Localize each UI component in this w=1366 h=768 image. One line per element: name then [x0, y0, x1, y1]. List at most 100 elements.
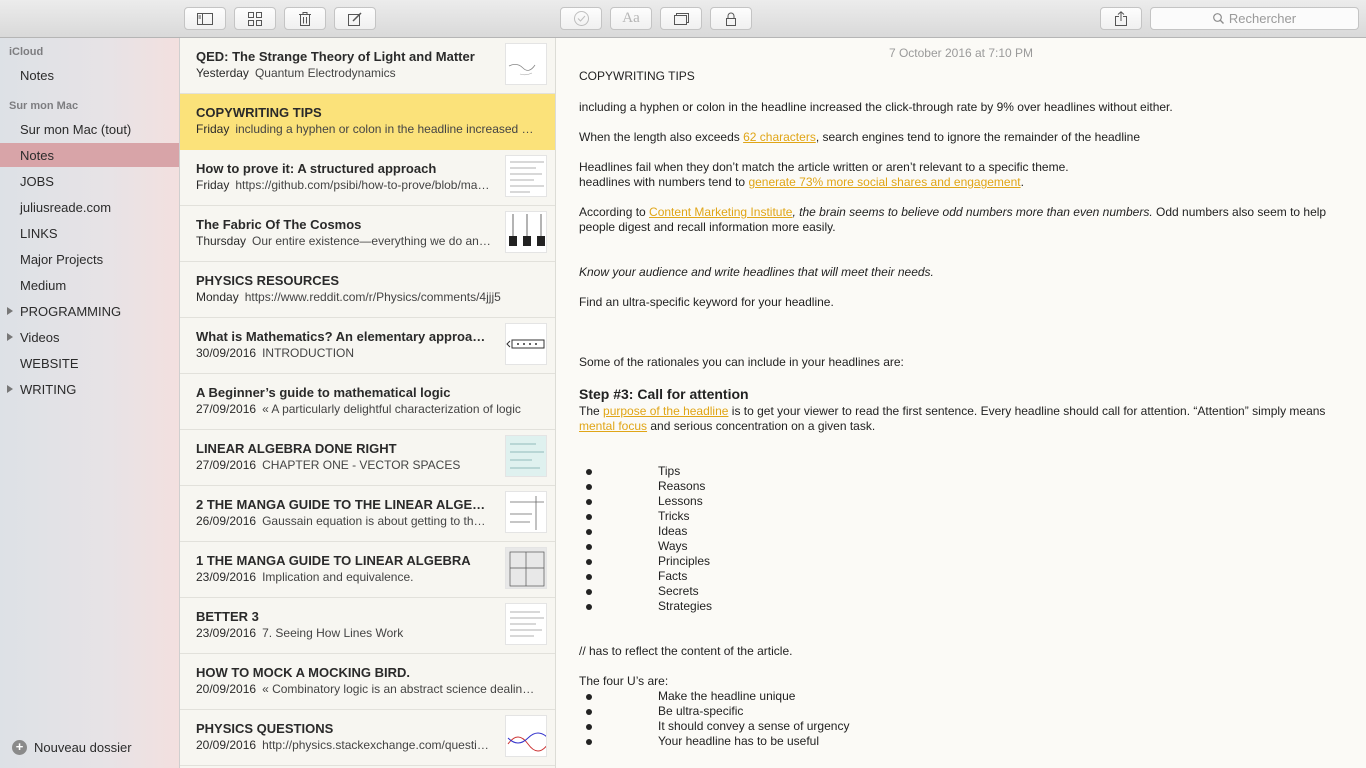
sidebar-header-icloud: iCloud	[9, 46, 44, 58]
list-item-text: Your headline has to be useful	[658, 734, 820, 748]
list-item-text: Facts	[658, 569, 688, 583]
note-item-how-to-prove[interactable]: How to prove it: A structured approach F…	[180, 150, 555, 206]
search-placeholder: Rechercher	[1228, 11, 1297, 26]
note-item-better-3[interactable]: BETTER 3 23/09/2016 7. Seeing How Lines W…	[180, 598, 555, 654]
sidebar-item-website[interactable]: WEBSITE	[0, 351, 179, 375]
delete-note-button[interactable]	[284, 7, 326, 30]
note-item-fabric-cosmos[interactable]: The Fabric Of The Cosmos Thursday Our ent…	[180, 206, 555, 262]
sidebar-item-all-mac[interactable]: Sur mon Mac (tout)	[0, 117, 179, 141]
sidebar-item-icloud-notes[interactable]: Notes	[0, 63, 179, 87]
checklist-button[interactable]	[560, 7, 602, 30]
sidebar-icon	[197, 12, 213, 25]
bullet-icon	[586, 694, 592, 700]
attachments-browser-button[interactable]	[234, 7, 276, 30]
sidebar-item-label: LINKS	[20, 225, 58, 241]
sidebar-item-writing[interactable]: WRITING	[0, 377, 179, 401]
note-item-qed[interactable]: QED: The Strange Theory of Light and Mat…	[180, 38, 555, 94]
format-button[interactable]: Aa	[610, 7, 652, 30]
sidebar-item-label: PROGRAMMING	[20, 303, 122, 319]
lock-note-button[interactable]	[710, 7, 752, 30]
disclosure-triangle-icon[interactable]	[7, 385, 13, 393]
compose-icon	[348, 11, 362, 26]
note-date: 20/09/2016	[196, 682, 257, 696]
note-title: BETTER 3	[196, 609, 259, 624]
checkmark-circle-icon	[573, 11, 589, 26]
sidebar-item-juliusreade[interactable]: juliusreade.com	[0, 195, 179, 219]
trash-icon	[299, 11, 311, 26]
note-item-what-is-mathematics[interactable]: What is Mathematics? An elementary appro…	[180, 318, 555, 374]
sidebar-item-notes[interactable]: Notes	[0, 143, 179, 167]
note-title: 2 THE MANGA GUIDE TO THE LINEAR ALGEBRA	[196, 497, 491, 512]
sidebar-item-jobs[interactable]: JOBS	[0, 169, 179, 193]
bullet-icon	[586, 709, 592, 715]
note-date: 26/09/2016	[196, 514, 257, 528]
disclosure-triangle-icon[interactable]	[7, 307, 13, 315]
paragraph: Know your audience and write headlines t…	[579, 265, 934, 279]
sidebar-item-medium[interactable]: Medium	[0, 273, 179, 297]
sidebar-item-label: WRITING	[20, 381, 77, 397]
lock-icon	[726, 12, 736, 26]
sidebar-item-programming[interactable]: PROGRAMMING	[0, 299, 179, 323]
sidebar-item-videos[interactable]: Videos	[0, 325, 179, 349]
paragraph: Headlines fail when they don’t match the…	[579, 160, 1069, 174]
note-preview: Quantum Electrodynamics	[254, 66, 396, 80]
note-thumbnail	[505, 323, 547, 365]
section-heading: Step #3: Call for attention	[579, 386, 749, 402]
bullet-icon	[586, 589, 592, 595]
share-icon	[1115, 11, 1127, 26]
note-date: 30/09/2016	[196, 346, 257, 360]
bullet-icon	[586, 724, 592, 730]
note-title: What is Mathematics? An elementary appro…	[196, 329, 491, 344]
note-title: The Fabric Of The Cosmos	[196, 217, 362, 232]
bullet-icon	[586, 469, 592, 475]
new-note-button[interactable]	[334, 7, 376, 30]
paragraph: people digest and recall information mor…	[579, 220, 836, 234]
search-input[interactable]: Rechercher	[1150, 7, 1359, 30]
note-item-manga-guide-1[interactable]: 1 THE MANGA GUIDE TO LINEAR ALGEBRA 23/0…	[180, 542, 555, 598]
list-item-text: Tips	[658, 464, 681, 478]
note-item-mock-mocking-bird[interactable]: HOW TO MOCK A MOCKING BIRD. 20/09/2016 « …	[180, 654, 555, 710]
note-item-physics-resources[interactable]: PHYSICS RESOURCES Monday https://www.redd…	[180, 262, 555, 318]
note-item-manga-guide-2[interactable]: 2 THE MANGA GUIDE TO THE LINEAR ALGEBRA …	[180, 486, 555, 542]
note-preview: CHAPTER ONE - VECTOR SPACES	[262, 458, 461, 472]
note-date: Friday	[196, 122, 230, 136]
note-preview: https://www.reddit.com/r/Physics/comment…	[244, 290, 501, 304]
note-item-beginners-guide-logic[interactable]: A Beginner’s guide to mathematical logic…	[180, 374, 555, 430]
note-subtitle: 23/09/2016 Implication and equivalence.	[196, 570, 492, 584]
note-item-linear-algebra-done-right[interactable]: LINEAR ALGEBRA DONE RIGHT 27/09/2016 CHAP…	[180, 430, 555, 486]
bullet-icon	[586, 484, 592, 490]
new-folder-button[interactable]: + Nouveau dossier	[12, 740, 132, 755]
sidebar-item-links[interactable]: LINKS	[0, 221, 179, 245]
note-date: 23/09/2016	[196, 570, 257, 584]
link-62-characters[interactable]: 62 characters	[743, 130, 816, 144]
link-purpose-of-headline[interactable]: purpose of the headline	[603, 404, 728, 418]
note-timestamp: 7 October 2016 at 7:10 PM	[888, 46, 1034, 60]
bullet-icon	[586, 544, 592, 550]
add-table-button[interactable]	[660, 7, 702, 30]
note-item-physics-questions[interactable]: PHYSICS QUESTIONS 20/09/2016 http://physi…	[180, 710, 555, 766]
paragraph: headlines with numbers tend to generate …	[579, 175, 1339, 190]
note-item-copywriting[interactable]: COPYWRITING TIPS Friday including a hyphe…	[180, 94, 555, 150]
link-generate-shares[interactable]: generate 73% more social shares and enga…	[748, 175, 1020, 189]
disclosure-triangle-icon[interactable]	[7, 333, 13, 341]
search-icon	[1212, 13, 1224, 24]
format-text-icon: Aa	[622, 10, 640, 26]
note-preview: Our entire existence—everything we do an…	[252, 234, 492, 248]
text-run: headlines with numbers tend to	[579, 175, 749, 189]
note-preview: INTRODUCTION	[262, 346, 355, 360]
list-item-text: Be ultra-specific	[658, 704, 744, 718]
note-thumbnail	[505, 547, 547, 589]
list-item-text: Tricks	[658, 509, 690, 523]
toggle-sidebar-button[interactable]	[184, 7, 226, 30]
sidebar-item-major-projects[interactable]: Major Projects	[0, 247, 179, 271]
note-subtitle: 23/09/2016 7. Seeing How Lines Work	[196, 626, 492, 640]
share-button[interactable]	[1100, 7, 1142, 30]
note-editor[interactable]: 7 October 2016 at 7:10 PM COPYWRITING TI…	[556, 38, 1366, 768]
note-preview: including a hyphen or colon in the headl…	[235, 122, 536, 136]
paragraph: Some of the rationales you can include i…	[579, 355, 904, 369]
paragraph: mental focus and serious concentration o…	[579, 419, 1339, 434]
link-content-marketing-institute[interactable]: Content Marketing Institute	[649, 205, 792, 219]
note-title: How to prove it: A structured approach	[196, 161, 437, 176]
note-thumbnail	[505, 43, 547, 85]
link-mental-focus[interactable]: mental focus	[579, 419, 647, 433]
